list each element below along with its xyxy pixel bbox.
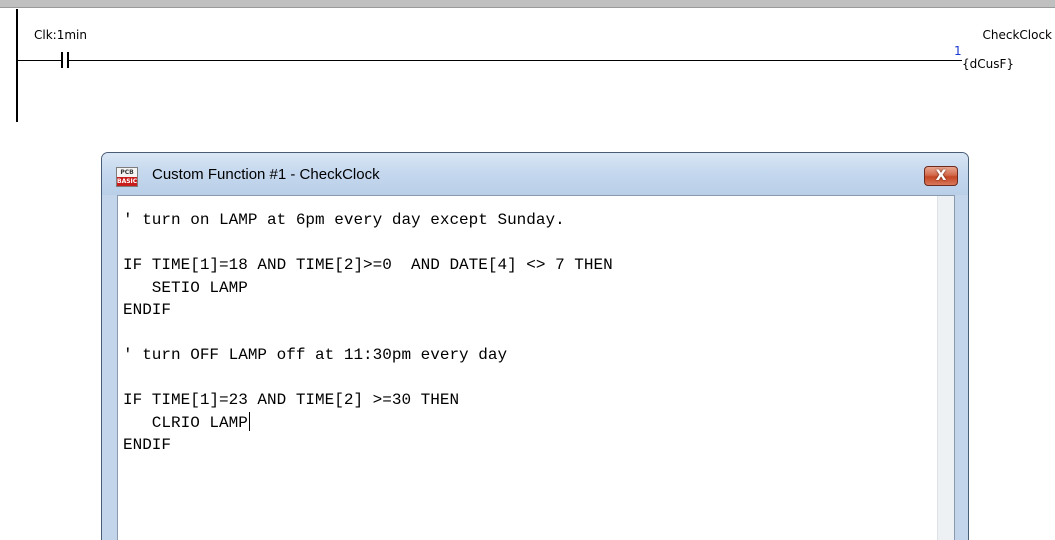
close-button[interactable]: X xyxy=(924,166,958,186)
contact-label[interactable]: Clk:1min xyxy=(34,28,87,42)
ladder-rung: Clk:1min CheckClock 1 {dCusF} xyxy=(0,0,1055,122)
code-line[interactable]: CLRIO LAMP xyxy=(123,411,613,435)
icon-text-bottom: BASIC xyxy=(117,177,138,186)
code-line[interactable]: ENDIF xyxy=(123,299,613,322)
ladder-top-border xyxy=(0,0,1055,8)
coil-name[interactable]: CheckClock xyxy=(982,28,1052,42)
custom-function-dialog: PCB BASIC Custom Function #1 - CheckCloc… xyxy=(101,152,969,540)
code-line[interactable]: ' turn on LAMP at 6pm every day except S… xyxy=(123,209,613,232)
code-line[interactable] xyxy=(123,322,613,345)
code-line[interactable]: IF TIME[1]=23 AND TIME[2] >=30 THEN xyxy=(123,389,613,412)
vertical-scrollbar[interactable] xyxy=(937,196,954,540)
code-line-text[interactable]: CLRIO LAMP xyxy=(123,414,248,432)
icon-text-top: PCB xyxy=(120,169,134,176)
code-editor[interactable]: ' turn on LAMP at 6pm every day except S… xyxy=(117,195,955,540)
text-caret xyxy=(248,411,250,431)
coil-number[interactable]: 1 xyxy=(954,44,962,58)
dialog-title: Custom Function #1 - CheckClock xyxy=(152,166,380,183)
code-line[interactable] xyxy=(123,367,613,390)
dialog-title-bar[interactable]: PCB BASIC Custom Function #1 - CheckCloc… xyxy=(102,153,968,195)
close-icon: X xyxy=(935,168,947,184)
code-line[interactable]: ' turn OFF LAMP off at 11:30pm every day xyxy=(123,344,613,367)
pcb-basic-icon: PCB BASIC xyxy=(116,167,138,187)
code-line[interactable] xyxy=(123,457,613,480)
contact-left-bar[interactable] xyxy=(61,52,63,68)
code-line[interactable] xyxy=(123,232,613,255)
code-text[interactable]: ' turn on LAMP at 6pm every day except S… xyxy=(123,209,613,479)
code-line[interactable]: ENDIF xyxy=(123,434,613,457)
rung-wire-right xyxy=(69,60,962,61)
code-line[interactable]: IF TIME[1]=18 AND TIME[2]>=0 AND DATE[4]… xyxy=(123,254,613,277)
coil-type[interactable]: {dCusF} xyxy=(962,57,1014,71)
rung-wire-left xyxy=(18,60,61,61)
code-line[interactable]: SETIO LAMP xyxy=(123,277,613,300)
left-power-rail xyxy=(16,9,18,122)
